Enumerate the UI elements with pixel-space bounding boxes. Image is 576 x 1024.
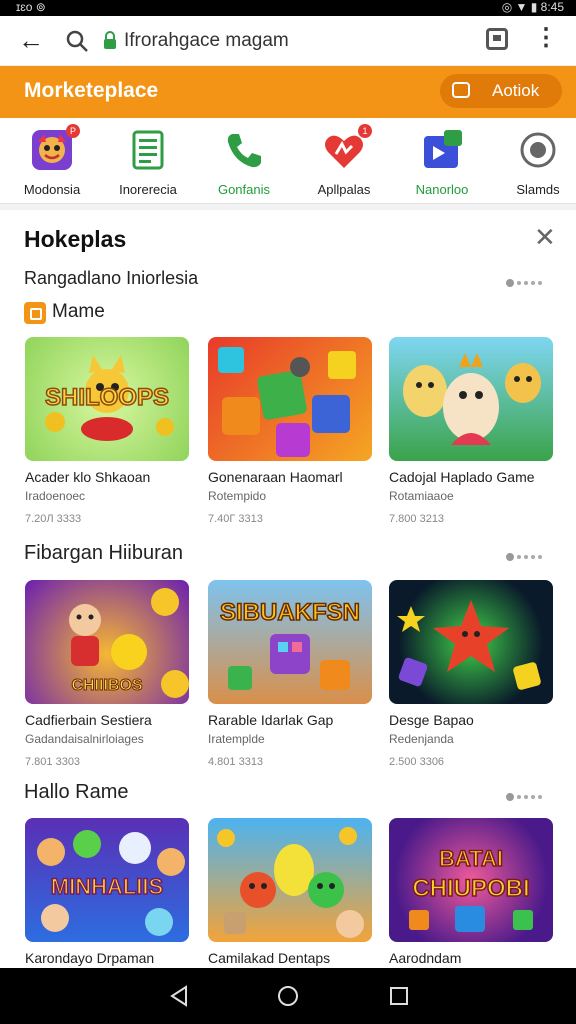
app-meta: 2.500 3306	[389, 756, 445, 768]
app-card[interactable]: Desge Bapao Redenjanda 2.500 3306	[389, 580, 553, 768]
section-sub-label: Mame	[52, 301, 105, 322]
app-meta: 7.801 3303	[25, 756, 81, 768]
heart-app-icon: 1	[322, 124, 372, 172]
app-thumbnail: SIBUAKFSN	[208, 580, 372, 704]
thumb-text: CHIUPOBI	[412, 875, 529, 902]
app-developer: Iradoenoec	[25, 489, 86, 503]
section-title: Fibargan Hiiburan	[24, 542, 183, 564]
divider	[0, 204, 576, 210]
category-item[interactable]: Nanorloo	[396, 128, 488, 200]
app-thumbnail: CHIIIBOS	[25, 580, 189, 704]
category-item[interactable]: 1 Apllpalas	[298, 124, 390, 200]
category-badge: P	[66, 124, 80, 138]
header-action-button[interactable]: Aotiok	[440, 74, 562, 108]
app-thumbnail	[389, 580, 553, 704]
app-card[interactable]: SIBUAKFSN Rarable Idarlak Gap Iratemplde…	[208, 580, 372, 768]
app-card[interactable]: MINHALIIS Karondayo Drpaman	[25, 818, 189, 966]
more-dots-icon[interactable]	[506, 788, 556, 801]
home-nav-icon[interactable]	[277, 984, 299, 1008]
app-card[interactable]: CHIIIBOS Cadfierbain Sestiera Gadandaisa…	[25, 580, 189, 768]
section-title: Rangadlano Iniorlesia	[24, 268, 199, 288]
category-item[interactable]: Inorerecia	[102, 128, 194, 200]
back-arrow-icon[interactable]: ←	[18, 26, 46, 54]
category-label: Apllpalas	[317, 182, 371, 197]
category-row: P Modonsia Inorerecia Gonfanis 1 Apllpal…	[0, 118, 576, 204]
app-developer: Gadandaisalnirloiages	[25, 732, 144, 746]
recents-nav-icon[interactable]	[388, 984, 410, 1008]
app-header: Morketeplace Aotiok	[0, 66, 576, 118]
app-meta: 7.20Л 3333	[25, 513, 82, 525]
app-thumbnail	[208, 337, 372, 461]
app-meta: 4.801 3313	[208, 756, 264, 768]
tabs-icon[interactable]	[486, 28, 508, 50]
more-dots-icon[interactable]	[506, 274, 556, 287]
app-card[interactable]: SHILOOPS Acader klo Shkaoan Iradoenoec 7…	[25, 337, 189, 525]
app-thumbnail: BATAI CHIUPOBI	[389, 818, 553, 942]
header-action-label: Aotiok	[492, 81, 540, 100]
status-left: ɪɛo ⊚	[16, 0, 46, 14]
app-card[interactable]: Gonenaraan Haomarl Rotempido 7.40Г 3313	[208, 337, 372, 525]
compass-icon	[516, 128, 560, 172]
app-card[interactable]: BATAI CHIUPOBI Aarodndam	[389, 818, 553, 966]
thumb-text: SIBUAKFSN	[220, 599, 360, 626]
app-thumbnail: MINHALIIS	[25, 818, 189, 942]
category-item[interactable]: Gonfanis	[198, 128, 290, 200]
app-name: Camilakad Dentaps	[208, 950, 331, 966]
category-label: Modonsia	[23, 182, 81, 197]
thumb-text: SHILOOPS	[45, 384, 169, 411]
app-name: Cadojal Haplado Game	[389, 469, 535, 485]
search-icon[interactable]	[64, 28, 90, 54]
app-name: Karondayo Drpaman	[25, 950, 155, 966]
thumb-text: MINHALIIS	[51, 874, 163, 899]
phone-icon	[222, 128, 266, 172]
system-nav-bar	[0, 968, 576, 1024]
media-tile-icon	[420, 128, 464, 172]
app-card[interactable]: Camilakad Dentaps	[208, 818, 372, 966]
close-icon[interactable]: ✕	[534, 224, 556, 250]
list-document-icon	[126, 128, 170, 172]
app-thumbnail	[389, 337, 553, 461]
overflow-menu-icon[interactable]: ⋮	[534, 26, 558, 56]
app-meta: 7.800 3213	[389, 513, 445, 525]
app-thumbnail: SHILOOPS	[25, 337, 189, 461]
browser-toolbar: ← Ifrorahgace magam ⋮	[0, 16, 576, 66]
app-name: Gonenaraan Haomarl	[208, 469, 343, 485]
url-field[interactable]: Ifrorahgace magam	[124, 30, 289, 52]
category-item[interactable]: Slamds	[492, 128, 576, 200]
category-label: Inorerecia	[119, 182, 177, 197]
app-developer: Redenjanda	[389, 732, 454, 746]
category-label: Gonfanis	[217, 182, 271, 197]
app-developer: Rotamiaaoe	[389, 489, 454, 503]
app-name: Cadfierbain Sestiera	[25, 712, 152, 728]
status-bar: ɪɛo ⊚ ◎ ▼ ▮ 8:45	[0, 0, 576, 16]
app-title: Morketeplace	[24, 79, 159, 102]
back-nav-icon[interactable]	[168, 984, 190, 1008]
thumb-text: CHIIIBOS	[71, 677, 142, 694]
game-tag-icon	[24, 302, 46, 324]
app-name: Acader klo Shkaoan	[25, 469, 151, 485]
category-label: Nanorloo	[415, 182, 469, 197]
status-right: ◎ ▼ ▮ 8:45	[501, 0, 564, 14]
app-name: Aarodndam	[389, 950, 462, 966]
category-badge: 1	[358, 124, 372, 138]
app-meta: 7.40Г 3313	[208, 513, 263, 525]
app-name: Rarable Idarlak Gap	[208, 712, 334, 728]
app-card[interactable]: Cadojal Haplado Game Rotamiaaoe 7.800 32…	[389, 337, 553, 525]
category-item[interactable]: P Modonsia	[6, 124, 98, 200]
thumb-text: BATAI	[439, 846, 503, 871]
panel-title: Hokeplas	[24, 226, 127, 252]
more-dots-icon[interactable]	[506, 548, 556, 561]
app-thumbnail	[208, 818, 372, 942]
app-name: Desge Bapao	[389, 712, 474, 728]
section-title: Hallo Rame	[24, 781, 129, 803]
app-developer: Rotempido	[208, 489, 267, 503]
chat-icon	[452, 82, 470, 98]
app-developer: Iratemplde	[208, 732, 265, 746]
lock-icon	[104, 31, 116, 49]
game-avatar-icon: P	[30, 124, 80, 172]
category-label: Slamds	[516, 182, 560, 197]
